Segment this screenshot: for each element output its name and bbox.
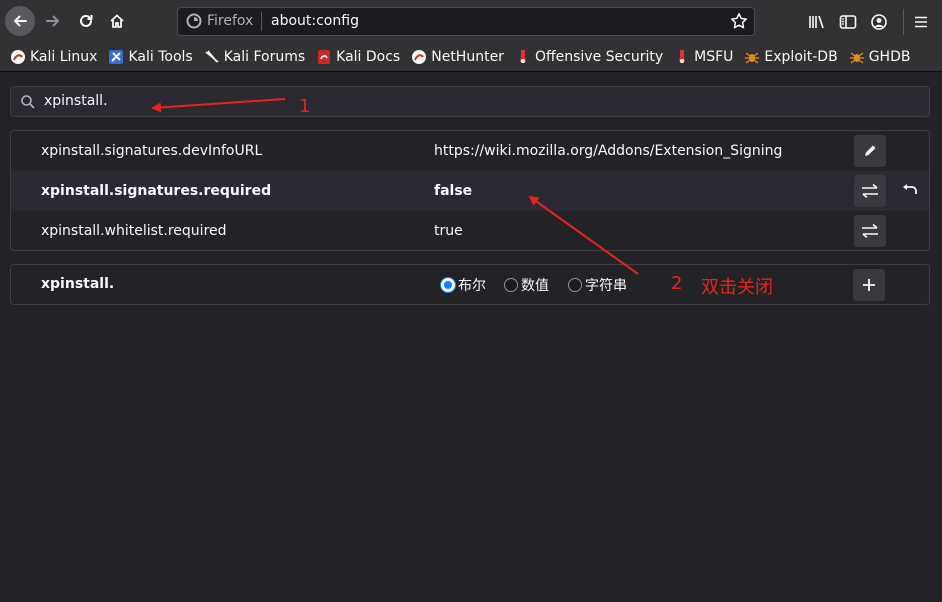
toggle-button[interactable] bbox=[854, 175, 886, 207]
bookmark-offensive-security[interactable]: Offensive Security bbox=[515, 49, 663, 65]
pref-row-modified[interactable]: xpinstall.signatures.required false bbox=[11, 171, 929, 211]
url-bar[interactable]: Firefox about:config bbox=[177, 7, 755, 36]
identity-box[interactable]: Firefox bbox=[186, 13, 253, 29]
radio-indicator[interactable] bbox=[441, 278, 455, 292]
identity-label: Firefox bbox=[207, 13, 254, 29]
bookmark-label: Offensive Security bbox=[534, 49, 664, 65]
config-search-input[interactable] bbox=[44, 87, 904, 116]
bookmarks-toolbar: Kali Linux Kali Tools Kali Forums Kali D… bbox=[0, 43, 942, 72]
pref-name: xpinstall.signatures.required bbox=[41, 183, 272, 199]
radio-label: 数值 bbox=[521, 278, 549, 294]
arrow-right-icon bbox=[46, 15, 59, 27]
reload-button[interactable] bbox=[71, 6, 101, 36]
arrow-left-icon bbox=[14, 15, 27, 27]
ghdb-icon bbox=[849, 52, 864, 64]
bookmark-label: Kali Tools bbox=[128, 49, 193, 65]
bookmark-kali-tools[interactable]: Kali Tools bbox=[108, 49, 193, 65]
sidebar-button[interactable] bbox=[837, 11, 859, 33]
toggle-arrows-icon bbox=[862, 183, 878, 199]
pref-row[interactable]: xpinstall.signatures.devInfoURL https://… bbox=[11, 131, 929, 171]
kali-tools-icon bbox=[109, 50, 124, 64]
bookmark-ghdb[interactable]: GHDB bbox=[849, 49, 911, 65]
bookmark-label: GHDB bbox=[868, 49, 911, 65]
type-radio-string[interactable]: 字符串 bbox=[568, 275, 627, 295]
radio-label: 布尔 bbox=[458, 278, 486, 294]
bookmark-label: MSFU bbox=[694, 49, 734, 65]
bookmark-nethunter[interactable]: NetHunter bbox=[411, 49, 504, 65]
annotation-step-2-number: 2 bbox=[671, 273, 683, 294]
undo-icon bbox=[903, 184, 917, 194]
forward-button[interactable] bbox=[38, 6, 68, 36]
home-button[interactable] bbox=[102, 6, 132, 36]
kali-forums-icon bbox=[205, 50, 219, 63]
add-pref-button[interactable] bbox=[853, 269, 885, 301]
bookmark-star-button[interactable] bbox=[730, 12, 748, 34]
type-radio-boolean[interactable]: 布尔 bbox=[441, 275, 486, 295]
edit-button[interactable] bbox=[854, 135, 886, 167]
reset-button[interactable] bbox=[896, 175, 924, 207]
pref-value: false bbox=[434, 183, 473, 199]
nav-toolbar: Firefox about:config bbox=[0, 0, 942, 43]
msfu-icon bbox=[679, 50, 686, 64]
toggle-button[interactable] bbox=[854, 215, 886, 247]
bookmark-exploit-db[interactable]: Exploit-DB bbox=[744, 49, 838, 65]
hamburger-menu-icon bbox=[915, 16, 927, 28]
config-search-box bbox=[10, 86, 930, 117]
kali-dragon-icon bbox=[11, 50, 25, 64]
type-radio-number[interactable]: 数值 bbox=[504, 275, 549, 295]
pref-name: xpinstall.signatures.devInfoURL bbox=[41, 143, 263, 159]
radio-indicator[interactable] bbox=[504, 278, 518, 292]
pref-value: https://wiki.mozilla.org/Addons/Extensio… bbox=[434, 143, 783, 159]
pref-value: true bbox=[434, 223, 463, 239]
url-separator bbox=[261, 12, 262, 31]
bookmark-label: Kali Linux bbox=[30, 49, 98, 65]
library-button[interactable] bbox=[806, 11, 828, 33]
home-icon bbox=[110, 14, 124, 28]
bookmark-msfu[interactable]: MSFU bbox=[674, 49, 733, 65]
plus-icon bbox=[863, 279, 875, 291]
bookmark-label: Kali Forums bbox=[223, 49, 306, 65]
url-text[interactable]: about:config bbox=[271, 13, 359, 29]
bookmark-label: NetHunter bbox=[431, 49, 504, 65]
back-button[interactable] bbox=[5, 6, 35, 36]
sidebar-icon bbox=[839, 15, 857, 29]
firefox-logo-icon bbox=[186, 13, 202, 29]
bookmark-kali-linux[interactable]: Kali Linux bbox=[10, 49, 97, 65]
exploitdb-icon bbox=[745, 52, 760, 64]
nethunter-icon bbox=[412, 50, 427, 64]
kali-docs-icon bbox=[318, 50, 331, 64]
pref-row[interactable]: xpinstall.whitelist.required true bbox=[11, 211, 929, 250]
pencil-icon bbox=[865, 145, 876, 156]
bookmark-kali-docs[interactable]: Kali Docs bbox=[316, 49, 400, 65]
pref-name: xpinstall.whitelist.required bbox=[41, 223, 227, 239]
reload-icon bbox=[80, 14, 93, 27]
account-button[interactable] bbox=[868, 11, 890, 33]
toggle-arrows-icon bbox=[862, 223, 878, 239]
add-pref-row: xpinstall. 布尔 数值 字符串 bbox=[10, 264, 930, 305]
bookmark-kali-forums[interactable]: Kali Forums bbox=[204, 49, 305, 65]
new-pref-name: xpinstall. bbox=[41, 276, 115, 292]
radio-indicator[interactable] bbox=[568, 278, 582, 292]
prefs-table: xpinstall.signatures.devInfoURL https://… bbox=[10, 130, 930, 251]
account-icon bbox=[871, 14, 887, 30]
bookmark-label: Exploit-DB bbox=[764, 49, 838, 65]
annotation-step-2-text: 双击关闭 bbox=[701, 277, 773, 298]
offsec-icon bbox=[519, 50, 526, 64]
annotation-step-1: 1 bbox=[299, 96, 311, 117]
radio-label: 字符串 bbox=[585, 278, 627, 294]
menu-button[interactable] bbox=[910, 11, 932, 33]
search-icon bbox=[21, 95, 35, 109]
bookmark-label: Kali Docs bbox=[336, 49, 401, 65]
library-icon bbox=[809, 15, 824, 29]
toolbar-divider bbox=[903, 9, 904, 35]
star-icon bbox=[731, 13, 747, 29]
